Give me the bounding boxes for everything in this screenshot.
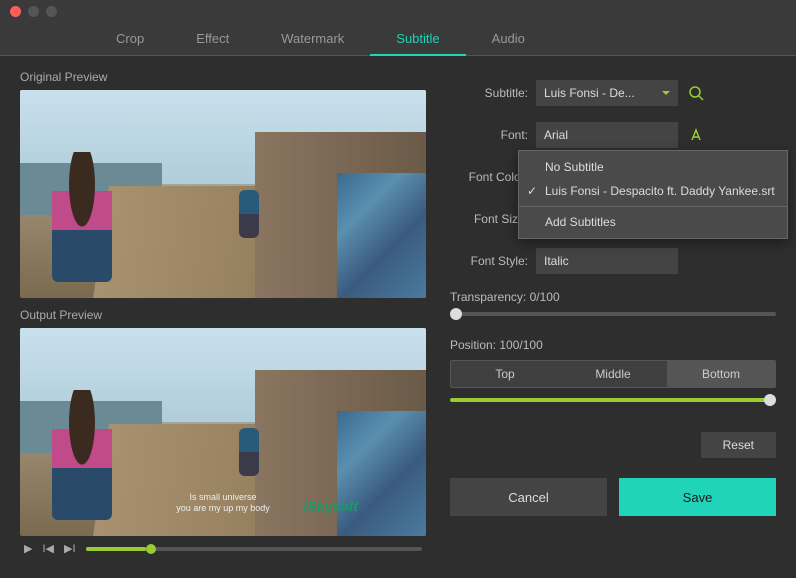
video-editor-window: Crop Effect Watermark Subtitle Audio Ori…	[0, 0, 796, 578]
position-label: Position: 100/100	[450, 338, 776, 352]
transparency-slider[interactable]	[450, 312, 776, 316]
subtitle-caption: Is small universe you are my up my body	[176, 492, 270, 514]
subtitle-dropdown-menu: No Subtitle Luis Fonsi - Despacito ft. D…	[518, 150, 788, 239]
font-color-label: Font Color:	[450, 170, 528, 184]
position-middle[interactable]: Middle	[559, 361, 667, 387]
position-tabs: Top Middle Bottom	[450, 360, 776, 388]
dropdown-item-add[interactable]: Add Subtitles	[519, 210, 787, 234]
subtitle-select[interactable]: Luis Fonsi - De...	[536, 80, 678, 106]
dropdown-item-no-subtitle[interactable]: No Subtitle	[519, 155, 787, 179]
close-icon[interactable]	[10, 6, 21, 17]
font-size-label: Font Size:	[450, 212, 528, 226]
font-label: Font:	[450, 128, 528, 142]
footer-buttons: Cancel Save	[450, 478, 776, 516]
content: Original Preview Output Preview iSkysoft…	[0, 56, 796, 571]
main-tabs: Crop Effect Watermark Subtitle Audio	[0, 22, 796, 56]
tab-subtitle[interactable]: Subtitle	[370, 22, 465, 56]
settings-panel: Subtitle: Luis Fonsi - De... Font: Arial	[450, 66, 776, 561]
subtitle-label: Subtitle:	[450, 86, 528, 100]
titlebar	[0, 0, 796, 22]
reset-button[interactable]: Reset	[701, 432, 776, 458]
maximize-icon[interactable]	[46, 6, 57, 17]
position-top[interactable]: Top	[451, 361, 559, 387]
output-preview: iSkysoft Is small universe you are my up…	[20, 328, 426, 536]
next-frame-button[interactable]: ▶I	[64, 542, 76, 555]
dropdown-separator	[519, 206, 787, 207]
tab-watermark[interactable]: Watermark	[255, 22, 370, 56]
font-style-select[interactable]: Italic	[536, 248, 678, 274]
search-icon[interactable]	[686, 83, 706, 103]
play-button[interactable]: ▶	[24, 542, 32, 555]
chevron-down-icon	[662, 91, 670, 99]
preview-column: Original Preview Output Preview iSkysoft…	[20, 66, 426, 561]
transparency-label: Transparency: 0/100	[450, 290, 776, 304]
prev-frame-button[interactable]: I◀	[42, 542, 54, 555]
playback-track[interactable]	[86, 547, 423, 551]
tab-effect[interactable]: Effect	[170, 22, 255, 56]
font-select[interactable]: Arial	[536, 122, 678, 148]
original-preview	[20, 90, 426, 298]
tab-crop[interactable]: Crop	[90, 22, 170, 56]
output-preview-label: Output Preview	[20, 308, 426, 322]
position-slider[interactable]	[450, 398, 776, 402]
position-bottom[interactable]: Bottom	[667, 361, 775, 387]
playback-controls: ▶ I◀ ▶I	[20, 536, 426, 561]
dropdown-item-selected[interactable]: Luis Fonsi - Despacito ft. Daddy Yankee.…	[519, 179, 787, 203]
tab-audio[interactable]: Audio	[466, 22, 551, 56]
save-button[interactable]: Save	[619, 478, 776, 516]
cancel-button[interactable]: Cancel	[450, 478, 607, 516]
font-picker-icon[interactable]	[686, 125, 706, 145]
watermark-text: iSkysoft	[304, 498, 358, 514]
minimize-icon[interactable]	[28, 6, 39, 17]
original-preview-label: Original Preview	[20, 70, 426, 84]
font-style-label: Font Style:	[450, 254, 528, 268]
